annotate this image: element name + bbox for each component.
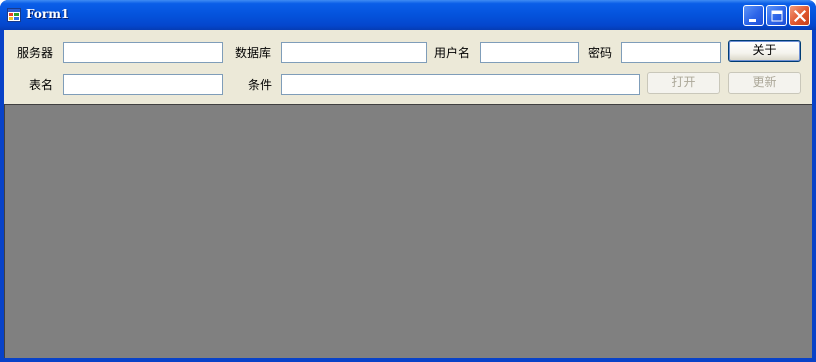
password-label: 密码 [588, 46, 613, 60]
condition-label: 条件 [248, 78, 273, 92]
username-input[interactable] [480, 42, 579, 63]
maximize-icon [771, 10, 783, 22]
title-bar[interactable]: Form1 [0, 0, 816, 30]
app-form-icon [7, 8, 21, 22]
about-button[interactable]: 关于 [728, 40, 801, 62]
window-title: Form1 [26, 7, 70, 21]
table-label: 表名 [29, 78, 54, 92]
maximize-button[interactable] [766, 5, 787, 26]
app-window: Form1 服务器 数据库 用户名 密码 关于 表名 条件 打开 更新 [0, 0, 816, 362]
close-button[interactable] [789, 5, 810, 26]
database-label: 数据库 [235, 46, 272, 60]
client-area: 服务器 数据库 用户名 密码 关于 表名 条件 打开 更新 [4, 30, 812, 358]
open-button[interactable]: 打开 [647, 72, 720, 94]
server-input[interactable] [63, 42, 223, 63]
table-input[interactable] [63, 74, 223, 95]
server-label: 服务器 [17, 46, 54, 60]
data-grid-view[interactable] [4, 104, 812, 358]
condition-input[interactable] [281, 74, 640, 95]
minimize-button[interactable] [743, 5, 764, 26]
password-input[interactable] [621, 42, 721, 63]
refresh-button[interactable]: 更新 [728, 72, 801, 94]
username-label: 用户名 [434, 46, 471, 60]
connection-panel: 服务器 数据库 用户名 密码 关于 表名 条件 打开 更新 [4, 30, 812, 104]
minimize-icon [749, 19, 756, 22]
close-icon [793, 9, 807, 23]
database-input[interactable] [281, 42, 427, 63]
